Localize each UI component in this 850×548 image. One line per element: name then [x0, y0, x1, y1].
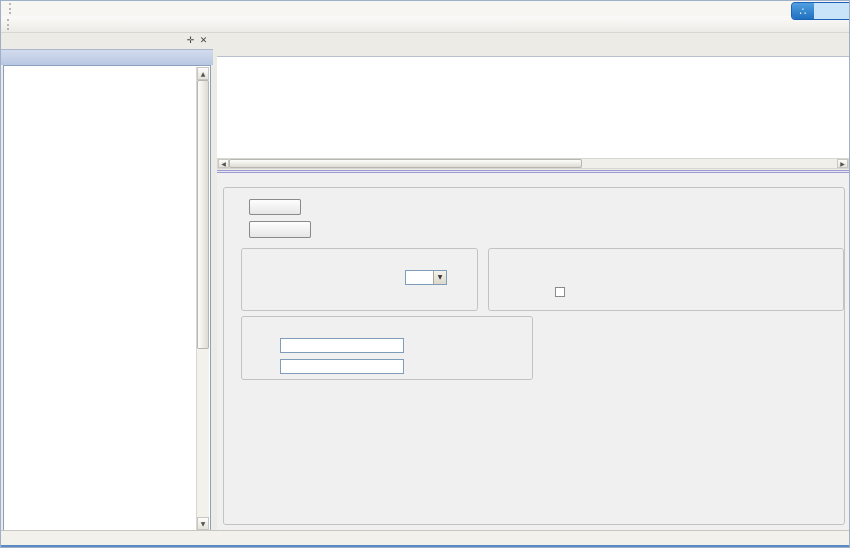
help-button[interactable]	[249, 199, 301, 215]
close-icon[interactable]: ✕	[197, 36, 210, 46]
menu-bar	[1, 1, 849, 16]
tree-scrollbar[interactable]: ▲ ▼	[196, 67, 209, 530]
panel-tab-strip	[1, 49, 213, 65]
table-hscrollbar[interactable]: ◀ ▶	[217, 158, 849, 169]
hsc-group	[241, 316, 533, 380]
plc-software-window: ∴ ✛ ✕ ▲ ▼ ◀ ▶	[0, 0, 850, 548]
tree-content	[5, 67, 196, 530]
filter-time-dropdown[interactable]: ▼	[405, 270, 447, 285]
module-table	[217, 56, 849, 158]
scroll-down-icon[interactable]: ▼	[197, 517, 209, 530]
toolbar-grip	[9, 3, 12, 14]
main-toolbar	[1, 16, 849, 33]
hardware-config-panel: ▼	[217, 173, 849, 530]
project-tree: ▲ ▼	[3, 65, 211, 532]
external-input-group: ▼	[241, 248, 478, 311]
scroll-right-icon[interactable]: ▶	[837, 159, 848, 168]
scroll-thumb[interactable]	[229, 159, 582, 168]
hsc1-mode-input[interactable]	[280, 359, 404, 374]
toolbar-grip	[7, 19, 10, 30]
share-icon: ∴	[792, 3, 814, 19]
scroll-track[interactable]	[582, 159, 837, 168]
hsc0-mode-input[interactable]	[280, 338, 404, 353]
default-button[interactable]	[249, 221, 311, 238]
select-all-checkbox[interactable]	[555, 287, 565, 297]
project-manager-panel: ✛ ✕ ▲ ▼	[1, 33, 213, 532]
chevron-down-icon[interactable]: ▼	[433, 271, 446, 284]
window-bottom-edge	[1, 545, 849, 547]
drag-overlay-label	[814, 3, 850, 19]
status-bar	[1, 530, 849, 545]
panel-header: ✛ ✕	[1, 33, 213, 49]
scroll-left-icon[interactable]: ◀	[218, 159, 229, 168]
external-output-group	[488, 248, 844, 311]
document-tab-strip	[217, 34, 849, 51]
filter-time-value	[406, 271, 433, 284]
pin-icon[interactable]: ✛	[184, 36, 197, 46]
drag-overlay-button[interactable]: ∴	[791, 2, 850, 20]
scroll-up-icon[interactable]: ▲	[197, 67, 209, 80]
scroll-thumb[interactable]	[197, 80, 209, 349]
